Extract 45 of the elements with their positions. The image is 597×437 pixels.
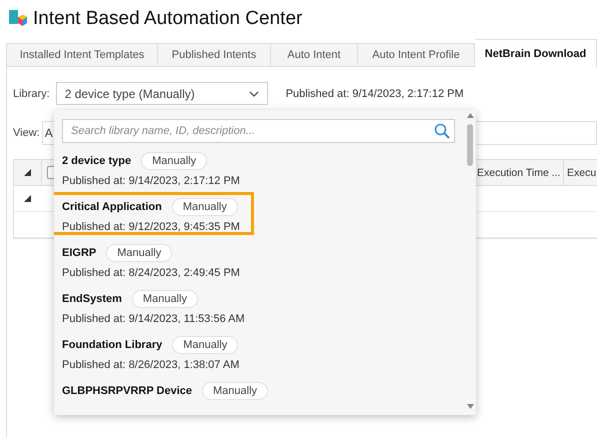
library-name[interactable]: EIGRP (62, 247, 96, 259)
library-option[interactable]: Critical Application Manually Published at: 9/12/2023, 9:45:35 PM (54, 192, 254, 235)
scroll-down-icon[interactable] (467, 404, 474, 409)
scroll-up-icon[interactable] (467, 113, 474, 118)
library-option[interactable]: Foundation Library Manually Published at: 8/26/2023, 1:38:07 AM (54, 330, 254, 373)
library-option[interactable]: EIGRP Manually Published at: 8/24/2023, 2:49:45 PM (54, 238, 254, 281)
library-name[interactable]: GLBPHSRPVRRP Device (62, 385, 192, 397)
mode-badge: Manually (202, 382, 268, 400)
library-select[interactable]: 2 device type (Manually) (56, 82, 268, 105)
library-option[interactable]: EndSystem Manually Published at: 9/14/2023, 11:53:56 AM (54, 284, 254, 327)
library-option[interactable]: 2 device type Manually Published at: 9/14/2023, 2:17:12 PM (54, 146, 254, 189)
view-label: View: (13, 127, 40, 139)
search-icon[interactable] (434, 123, 450, 139)
column-header[interactable]: Execu (567, 166, 596, 178)
mode-badge: Manually (172, 198, 238, 216)
published-time: Published at: 8/26/2023, 1:38:07 AM (62, 359, 240, 371)
published-time: Published at: 8/24/2023, 2:49:45 PM (62, 267, 241, 279)
library-option[interactable]: GLBPHSRPVRRP Device Manually (54, 376, 272, 415)
tab[interactable]: Published Intents (158, 43, 271, 67)
chevron-down-icon (248, 90, 259, 96)
column-header[interactable]: Execution Time ... (477, 166, 560, 178)
published-time: Published at: 9/14/2023, 2:17:12 PM (286, 88, 464, 100)
tab[interactable]: Auto Intent (271, 43, 358, 67)
expand-icon[interactable] (24, 169, 31, 176)
mode-badge: Manually (172, 336, 238, 354)
library-name[interactable]: EndSystem (62, 293, 122, 305)
library-name[interactable]: Critical Application (62, 201, 162, 213)
mode-badge: Manually (141, 152, 208, 170)
library-name[interactable]: 2 device type (62, 155, 132, 167)
library-label: Library: (13, 88, 50, 100)
published-time: Published at: 9/14/2023, 2:17:12 PM (62, 175, 241, 187)
scroll-thumb[interactable] (467, 124, 473, 166)
mode-badge: Manually (132, 290, 198, 308)
tab[interactable]: Auto Intent Profile (358, 43, 475, 67)
search-field[interactable]: Search library name, ID, description... (62, 119, 455, 143)
published-time: Published at: 9/12/2023, 9:45:35 PM (62, 221, 241, 233)
library-name[interactable]: Foundation Library (62, 339, 162, 351)
tab[interactable]: Installed Intent Templates (6, 43, 158, 67)
app-logo-icon (9, 10, 27, 28)
window-title: Intent Based Automation Center (33, 8, 302, 30)
published-time: Published at: 9/14/2023, 11:53:56 AM (62, 313, 246, 325)
mode-badge: Manually (106, 244, 172, 262)
expand-icon[interactable] (24, 195, 31, 202)
search-input[interactable]: Search library name, ID, description... (69, 124, 413, 138)
tab[interactable]: NetBrain Download (475, 39, 597, 67)
